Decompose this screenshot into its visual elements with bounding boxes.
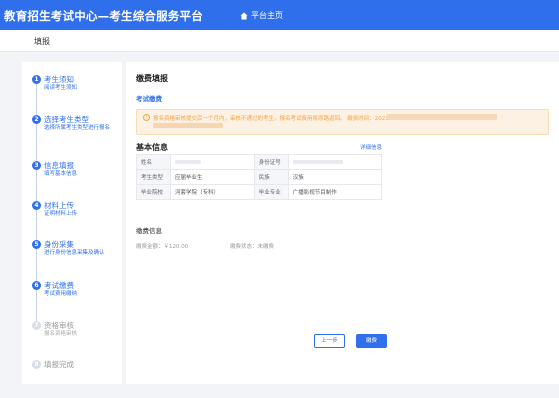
home-link-label: 平台主页: [251, 11, 283, 20]
label-candidate-type: 考生类型: [136, 169, 171, 185]
details-link[interactable]: 详细信息: [360, 143, 382, 151]
blurred-value: [292, 159, 343, 164]
home-link[interactable]: 平台主页: [240, 10, 283, 21]
step-number: 7: [32, 321, 41, 330]
sub-header: 填报: [0, 30, 559, 52]
platform-title: 教育招生考试中心—考生综合服务平台: [4, 9, 203, 23]
step-number: 2: [32, 115, 41, 124]
label-id-number: 身份证号: [253, 154, 289, 170]
step-number: 5: [32, 240, 41, 249]
step-description: 选择所属考生类型进行报名: [44, 125, 111, 131]
basic-info-table: 姓名 身份证号 考生类型 应届毕业生 民族 汉族 毕业院校 河套学院（专科） 毕…: [136, 154, 383, 200]
step-description: 填写基本信息: [44, 171, 78, 177]
main-content: 缴费填报 考试缴费 ! 报名资格审核提交后一个月内，审核不通过的考生，报名考试费…: [126, 62, 559, 384]
step-number: 3: [32, 161, 41, 170]
payment-info-title: 缴费信息: [136, 227, 162, 235]
basic-info-title: 基本信息: [136, 143, 168, 152]
value-school: 河套学院（专科）: [170, 184, 255, 200]
label-school: 毕业院校: [136, 184, 171, 200]
table-row: 姓名 身份证号: [136, 154, 383, 170]
step-description: 进行身份信息采集及确认: [44, 250, 105, 256]
payment-amount: 缴费金额：￥120.00: [136, 244, 189, 250]
value-id-number: [287, 154, 383, 170]
section-title: 缴费填报: [136, 74, 168, 83]
value-name: [170, 154, 255, 170]
step-title: 填报完成: [44, 360, 74, 369]
page-title: 填报: [34, 37, 50, 46]
step-title: 材料上传: [44, 201, 74, 210]
warning-notice: ! 报名资格审核提交后一个月内，审核不通过的考生，报名考试费用将原路返回。 缴费…: [136, 109, 549, 135]
step-number: 6: [32, 281, 41, 290]
warning-blurred-text: [387, 114, 497, 120]
step-sidebar: 1 考生须知 阅读考生须知 2 选择考生类型 选择所属考生类型进行报名 3 信息…: [22, 62, 122, 384]
step-title: 身份采集: [44, 240, 74, 249]
warning-icon: !: [143, 114, 150, 121]
home-icon: [240, 12, 248, 20]
pay-button[interactable]: 缴费: [356, 334, 387, 348]
step-description: 阅读考生须知: [44, 85, 78, 91]
step-title: 资格审核: [44, 321, 74, 330]
table-row: 毕业院校 河套学院（专科） 毕业专业 广播影视节目制作: [136, 184, 383, 200]
step-number: 8: [32, 360, 41, 369]
table-row: 考生类型 应届毕业生 民族 汉族: [136, 169, 383, 185]
value-candidate-type: 应届毕业生: [170, 169, 255, 185]
step-description: 报名资格审核: [44, 331, 78, 337]
subsection-title: 考试缴费: [136, 95, 162, 103]
top-navigation-bar: 教育招生考试中心—考生综合服务平台 平台主页: [0, 0, 559, 30]
step-description: 证明材料上传: [44, 211, 78, 217]
label-major: 毕业专业: [253, 184, 289, 200]
blurred-value: [175, 159, 201, 164]
step-title: 选择考生类型: [44, 115, 89, 124]
step-number: 1: [32, 75, 41, 84]
step-description: 考试费用缴纳: [44, 291, 78, 297]
label-name: 姓名: [136, 154, 171, 170]
step-title: 信息填报: [44, 161, 74, 170]
warning-text: 报名资格审核提交后一个月内，审核不通过的考生，报名考试费用将原路返回。 缴费时间…: [153, 116, 389, 122]
label-ethnicity: 民族: [253, 169, 289, 185]
payment-status: 缴费状态：未缴费: [230, 244, 275, 250]
warning-blurred-text: [153, 123, 223, 128]
step-title: 考试缴费: [44, 281, 74, 290]
step-title: 考生须知: [44, 75, 74, 84]
step-number: 4: [32, 201, 41, 210]
value-ethnicity: 汉族: [287, 169, 383, 185]
previous-step-button[interactable]: 上一步: [314, 334, 345, 348]
value-major: 广播影视节目制作: [287, 184, 383, 200]
